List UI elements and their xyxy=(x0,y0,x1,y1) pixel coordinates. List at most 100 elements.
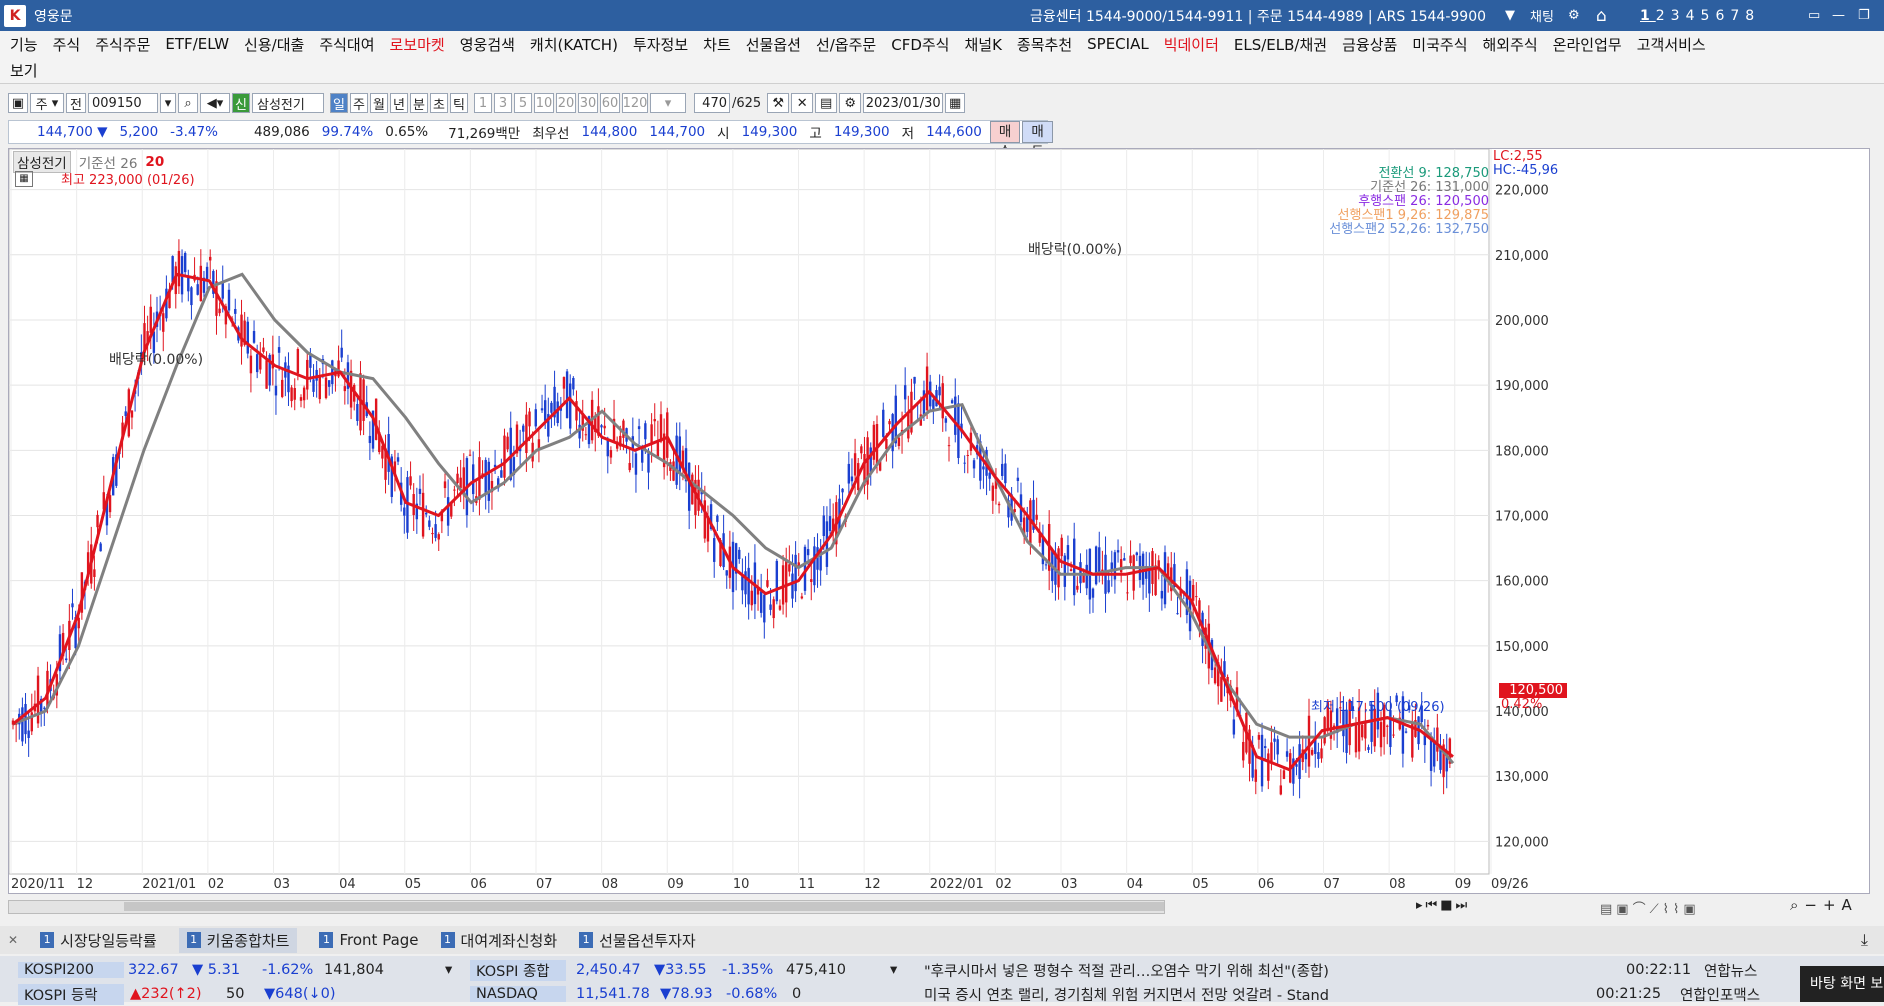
interval-button-60[interactable]: 60 xyxy=(600,93,620,113)
window-tab-5[interactable]: 1 선물옵션투자자 xyxy=(579,930,696,951)
screen-number-5[interactable]: 5 xyxy=(1701,8,1716,24)
menu-item-16[interactable]: 종목추천 xyxy=(1017,34,1072,55)
sell-button[interactable]: 매도 xyxy=(1022,121,1053,160)
window-tab-2[interactable]: 1 키움종합차트 xyxy=(178,927,298,953)
period-button-5[interactable]: 분 xyxy=(410,93,428,113)
indicator-icon[interactable]: ⚒ xyxy=(767,93,790,113)
count-input[interactable]: 470 xyxy=(694,93,730,113)
period-button-6[interactable]: 초 xyxy=(430,93,448,113)
ticker2-idx2-name[interactable]: NASDAQ xyxy=(470,986,566,1002)
menu-item-23[interactable]: 온라인업무 xyxy=(1553,34,1622,55)
buy-button[interactable]: 매수 xyxy=(989,121,1021,160)
menu-item-5[interactable]: 신용/대출 xyxy=(244,34,304,55)
interval-button-1[interactable]: 1 xyxy=(474,93,492,113)
screen-number-7[interactable]: 7 xyxy=(1730,8,1745,24)
menu-item-2[interactable]: 주식 xyxy=(53,34,81,55)
window-icon[interactable]: ▭ xyxy=(1808,8,1820,23)
interval-button-3[interactable]: 3 xyxy=(494,93,512,113)
screen-number-6[interactable]: 6 xyxy=(1715,8,1730,24)
interval-button-10[interactable]: 10 xyxy=(534,93,554,113)
interval-button-5[interactable]: 5 xyxy=(514,93,532,113)
crosshair-icon[interactable]: ✕ xyxy=(791,93,814,113)
stock-name-field[interactable]: 삼성전기 xyxy=(252,93,324,113)
price-chart[interactable]: 220,000 210,000 200,000 190,000 180,000 170,0… xyxy=(8,148,1870,894)
grid-table-icon[interactable]: ▦ xyxy=(15,171,33,187)
ticker-idx1-name[interactable]: KOSPI200 xyxy=(18,962,124,978)
ticker-idx2-dropdown[interactable]: ▾ xyxy=(890,962,897,978)
ticker2-idx1-name[interactable]: KOSPI 등락 xyxy=(18,983,124,1005)
speaker-icon[interactable]: ◀▾ xyxy=(200,93,230,113)
menu-item-19[interactable]: ELS/ELB/채권 xyxy=(1234,34,1327,55)
period-button-1[interactable]: 일 xyxy=(330,93,348,113)
menu-item-12[interactable]: 선물옵션 xyxy=(746,34,801,55)
period-button-4[interactable]: 년 xyxy=(390,93,408,113)
screen-switcher[interactable]: 12345678 xyxy=(1640,8,1760,24)
calendar-icon[interactable]: ▦ xyxy=(945,93,966,113)
window-tab-1[interactable]: 1 시장당일등락률 xyxy=(40,930,157,951)
market-select[interactable]: 주 ▾ xyxy=(30,93,64,113)
interval-button-120[interactable]: 120 xyxy=(622,93,648,113)
menu-item-13[interactable]: 선/옵주문 xyxy=(816,34,876,55)
chart-scrollbar[interactable] xyxy=(8,900,1165,914)
interval-dropdown[interactable]: ▾ xyxy=(650,93,686,113)
zoom-controls[interactable]: ⌕−+A xyxy=(1790,896,1858,914)
scroll-thumb[interactable] xyxy=(124,902,1164,911)
stock-code-input[interactable]: 009150 xyxy=(88,93,158,113)
gear-icon[interactable]: ⚙ xyxy=(839,93,862,113)
search-icon[interactable]: ⌕ xyxy=(178,93,198,113)
menu-item-20[interactable]: 금융상품 xyxy=(1342,34,1397,55)
menu-item-8[interactable]: 영웅검색 xyxy=(460,34,515,55)
menu-item-11[interactable]: 차트 xyxy=(703,34,731,55)
chart-canvas[interactable]: 220,000 210,000 200,000 190,000 180,000 170,0… xyxy=(9,149,1869,893)
menu-item-1[interactable]: 기능 xyxy=(10,34,38,55)
menu-item-21[interactable]: 미국주식 xyxy=(1412,34,1467,55)
save-icon[interactable]: ▤ xyxy=(815,93,838,113)
screen-number-2[interactable]: 2 xyxy=(1656,8,1671,24)
interval-button-20[interactable]: 20 xyxy=(556,93,576,113)
menu-item-14[interactable]: CFD주식 xyxy=(891,34,949,55)
period-button-2[interactable]: 주 xyxy=(350,93,368,113)
prefix-button[interactable]: 전 xyxy=(66,93,86,113)
menu-item-7[interactable]: 로보마켓 xyxy=(390,34,445,55)
menu-item-15[interactable]: 채널K xyxy=(964,34,1001,55)
news-headline-1[interactable]: "후쿠시마서 넣은 평형수 적절 관리…오염수 막기 위해 최선"(종합) xyxy=(924,960,1329,981)
interval-button-30[interactable]: 30 xyxy=(578,93,598,113)
menu-item-10[interactable]: 투자정보 xyxy=(633,34,688,55)
screen-number-3[interactable]: 3 xyxy=(1671,8,1686,24)
date-input[interactable]: 2023/01/30 xyxy=(863,93,944,113)
restore-icon[interactable]: ❐ xyxy=(1858,8,1870,23)
candle-body xyxy=(925,366,929,411)
period-button-7[interactable]: 틱 xyxy=(450,93,468,113)
window-tab-4[interactable]: 1 대여계좌신청화 xyxy=(440,930,557,951)
ticker-idx1-dropdown[interactable]: ▾ xyxy=(445,962,452,978)
screen-number-8[interactable]: 8 xyxy=(1745,8,1760,24)
menu-item-18[interactable]: 빅데이터 xyxy=(1164,34,1219,55)
menu-item-4[interactable]: ETF/ELW xyxy=(165,35,229,53)
dropdown-arrow-icon[interactable]: ▼ xyxy=(1505,8,1515,23)
period-button-3[interactable]: 월 xyxy=(370,93,388,113)
screen-number-1[interactable]: 1 xyxy=(1640,8,1656,24)
ticker-idx2-pct: -1.35% xyxy=(722,962,774,978)
menu-item-6[interactable]: 주식대여 xyxy=(319,34,374,55)
settings-icon[interactable]: ⚙ xyxy=(1568,8,1580,23)
home-icon[interactable]: ⌂ xyxy=(1596,6,1607,26)
ticker-idx2-name[interactable]: KOSPI 종합 xyxy=(470,959,566,981)
download-icon[interactable]: ⤓ xyxy=(1861,930,1868,950)
menu-item-3[interactable]: 주식주문 xyxy=(95,34,150,55)
screen-number-4[interactable]: 4 xyxy=(1686,8,1701,24)
menu-item-24[interactable]: 고객서비스 xyxy=(1637,34,1706,55)
candle-body xyxy=(500,470,503,478)
menu-item-1[interactable]: 보기 xyxy=(10,60,38,81)
menu-item-17[interactable]: SPECIAL xyxy=(1087,35,1149,53)
drawing-tools[interactable]: ▤▣⌒⟋⌇⌇▣ xyxy=(1600,898,1700,917)
minimize-icon[interactable]: — xyxy=(1832,8,1845,23)
menu-item-9[interactable]: 캐치(KATCH) xyxy=(530,34,618,55)
tab-scroll-icon[interactable]: ✕ xyxy=(8,933,18,947)
chat-label[interactable]: 채팅 xyxy=(1530,6,1554,25)
news-headline-2[interactable]: 미국 증시 연초 랠리, 경기침체 위험 커지면서 전망 엇갈려 - Stand xyxy=(924,984,1329,1005)
code-dropdown-icon[interactable]: ▾ xyxy=(160,93,176,113)
playback-controls[interactable]: ▸⏮■⏭ xyxy=(1416,898,1470,913)
window-tab-3[interactable]: 1 Front Page xyxy=(319,931,419,949)
window-layout-icon[interactable]: ▣ xyxy=(8,93,28,113)
menu-item-22[interactable]: 해외주식 xyxy=(1483,34,1538,55)
